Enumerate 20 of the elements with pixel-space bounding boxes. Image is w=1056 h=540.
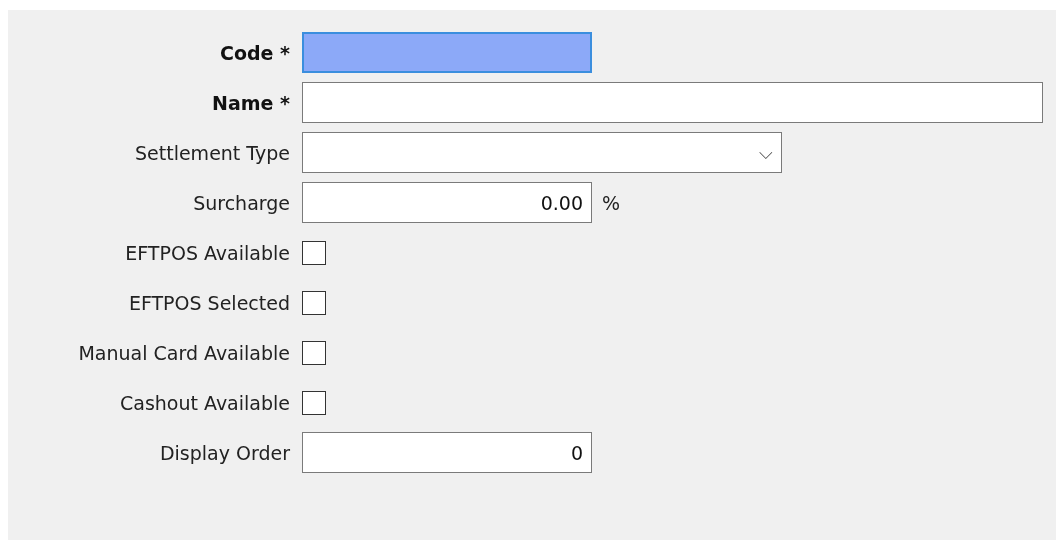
checkbox[interactable] (302, 290, 326, 315)
field-label: Settlement Type (134, 141, 290, 164)
number-field[interactable]: 0.00 (302, 182, 592, 223)
field-label: Manual Card Available (77, 341, 290, 364)
checkbox[interactable] (302, 240, 326, 265)
text-field[interactable] (302, 32, 592, 73)
field-label: Surcharge (192, 191, 290, 214)
chevron-icon: ⌵ (759, 141, 773, 164)
field-label: EFTPOS Selected (127, 291, 290, 314)
field-label: EFTPOS Available (124, 241, 290, 264)
dropdown-field[interactable]: ⌵ (302, 132, 782, 173)
unit-label: % (602, 191, 621, 214)
checkbox[interactable] (302, 340, 326, 365)
checkbox[interactable] (302, 390, 326, 415)
field-label: Code * (218, 41, 290, 64)
field-label: Name * (211, 91, 290, 114)
text-field[interactable] (302, 82, 1043, 123)
field-label: Display Order (158, 441, 290, 464)
field-label: Cashout Available (119, 391, 290, 414)
number-field[interactable]: 0 (302, 432, 592, 473)
